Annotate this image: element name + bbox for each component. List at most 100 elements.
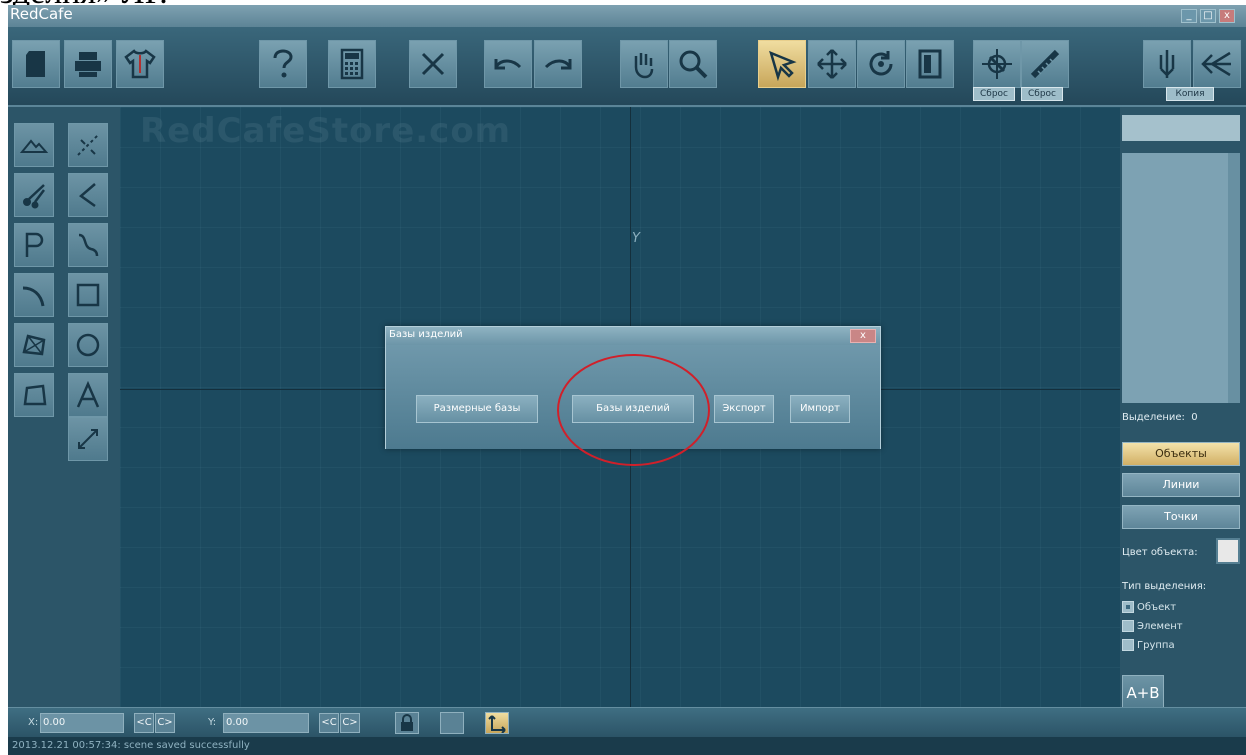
printer-icon xyxy=(75,52,101,77)
help-button[interactable] xyxy=(259,40,307,88)
circle-icon xyxy=(76,333,100,357)
dashed-line-icon xyxy=(77,134,99,156)
origin-button[interactable] xyxy=(485,712,509,734)
angle-tool[interactable] xyxy=(68,173,108,217)
circle-tool[interactable] xyxy=(68,323,108,367)
checkbox[interactable] xyxy=(1122,639,1134,651)
dimension-tool[interactable] xyxy=(68,417,108,461)
shirt-icon xyxy=(124,49,156,79)
calculator-icon xyxy=(340,48,364,80)
combine-ab-button[interactable]: A+B xyxy=(1122,675,1164,711)
undo-button[interactable] xyxy=(484,40,532,88)
reset-button-1[interactable]: Сброс xyxy=(973,87,1015,101)
axes-origin-icon xyxy=(488,715,506,734)
log-line: 2013.12.21 00:57:34: scene saved success… xyxy=(8,737,1246,755)
magnifier-icon xyxy=(679,50,708,79)
close-window-button[interactable]: x xyxy=(1219,9,1235,23)
angle-curve-icon xyxy=(78,183,96,208)
rectangle-tool[interactable] xyxy=(68,273,108,317)
polygon-fill-tool[interactable] xyxy=(14,323,54,367)
copy-tool-button[interactable] xyxy=(1193,40,1241,88)
undo-icon xyxy=(494,59,522,70)
size-bases-button[interactable]: Размерные базы xyxy=(416,395,538,423)
curve-icon xyxy=(78,233,99,257)
square-icon xyxy=(76,283,100,307)
redo-icon xyxy=(544,59,572,70)
cut-tool[interactable] xyxy=(14,173,54,217)
redo-button[interactable] xyxy=(534,40,582,88)
select-tool-button[interactable] xyxy=(758,40,806,88)
zoom-button[interactable] xyxy=(669,40,717,88)
dashed-line-tool[interactable] xyxy=(68,123,108,167)
x-label: X: xyxy=(28,717,39,728)
y-coordinate-field[interactable]: 0.00 xyxy=(223,713,309,733)
checkbox[interactable] xyxy=(1122,620,1134,632)
rotate-tool-button[interactable] xyxy=(857,40,905,88)
selection-count-label: Выделение: 0 xyxy=(1122,412,1198,423)
dart-tool-button[interactable] xyxy=(973,40,1021,88)
selection-type-object[interactable]: Объект xyxy=(1122,601,1176,615)
list-scrollbar[interactable] xyxy=(1228,153,1240,403)
mountain-icon xyxy=(19,139,49,153)
arc-icon xyxy=(22,286,45,307)
object-color-swatch[interactable] xyxy=(1216,538,1240,564)
mirror-tool-button[interactable] xyxy=(906,40,954,88)
move-tool-button[interactable] xyxy=(808,40,856,88)
compass-target-icon xyxy=(982,49,1012,79)
delete-button[interactable] xyxy=(409,40,457,88)
selection-type-element[interactable]: Элемент xyxy=(1122,620,1183,634)
mountain-tool[interactable] xyxy=(14,123,54,167)
dialog-close-button[interactable]: x xyxy=(850,329,876,343)
curve-tool[interactable] xyxy=(68,223,108,267)
rotate-icon xyxy=(869,51,893,76)
import-button[interactable]: Импорт xyxy=(790,395,850,423)
y-next-button[interactable]: C> xyxy=(340,713,360,733)
text-tool[interactable] xyxy=(68,373,108,417)
garment-button[interactable] xyxy=(116,40,164,88)
question-icon xyxy=(273,49,293,78)
copy-arrows-icon xyxy=(1201,51,1231,77)
letter-p-icon xyxy=(25,232,44,257)
copy-button[interactable]: Копия xyxy=(1166,87,1214,101)
x-next-button[interactable]: C> xyxy=(155,713,175,733)
y-prev-button[interactable]: <C xyxy=(319,713,339,733)
minimize-button[interactable]: _ xyxy=(1181,9,1197,23)
blank-toggle-button[interactable] xyxy=(440,712,464,734)
left-tool-panel xyxy=(8,107,120,707)
arc-tool[interactable] xyxy=(14,273,54,317)
lock-button[interactable] xyxy=(395,712,419,734)
point-p-tool[interactable] xyxy=(14,223,54,267)
print-button[interactable] xyxy=(64,40,112,88)
reset-button-2[interactable]: Сброс xyxy=(1021,87,1063,101)
document-icon xyxy=(26,51,45,77)
watermark: RedCafeStore.com xyxy=(140,111,512,151)
outline-tool[interactable] xyxy=(14,373,54,417)
new-document-button[interactable] xyxy=(12,40,60,88)
y-label: Y: xyxy=(208,717,217,728)
mirror-icon xyxy=(918,49,942,79)
x-coordinate-field[interactable]: 0.00 xyxy=(40,713,124,733)
maximize-button[interactable]: □ xyxy=(1200,9,1216,23)
export-button[interactable]: Экспорт xyxy=(714,395,774,423)
measure-tool-button[interactable] xyxy=(1021,40,1069,88)
main-toolbar: Сброс Сброс Копия xyxy=(8,27,1246,107)
objects-mode-button[interactable]: Объекты xyxy=(1122,442,1240,466)
object-list[interactable] xyxy=(1122,153,1240,403)
checkbox[interactable] xyxy=(1122,601,1134,613)
title-bar: RedCafe _ □ x xyxy=(8,5,1246,27)
cross-icon xyxy=(421,52,445,76)
status-bar: X: 0.00 <C C> Y: 0.00 <C C> xyxy=(8,707,1246,738)
fork-arrows-icon xyxy=(1159,50,1175,78)
right-panel: Выделение: 0 Объекты Линии Точки Цвет об… xyxy=(1120,107,1246,711)
points-mode-button[interactable]: Точки xyxy=(1122,505,1240,529)
pan-button[interactable] xyxy=(620,40,668,88)
dialog-title: Базы изделий xyxy=(389,329,463,340)
letter-a-icon xyxy=(76,380,100,408)
split-tool-button[interactable] xyxy=(1143,40,1191,88)
lines-mode-button[interactable]: Линии xyxy=(1122,473,1240,497)
x-prev-button[interactable]: <C xyxy=(134,713,154,733)
dialog-title-bar: Базы изделий x xyxy=(386,327,880,345)
selection-type-group[interactable]: Группа xyxy=(1122,639,1175,653)
object-name-field[interactable] xyxy=(1122,115,1240,141)
calculator-button[interactable] xyxy=(328,40,376,88)
